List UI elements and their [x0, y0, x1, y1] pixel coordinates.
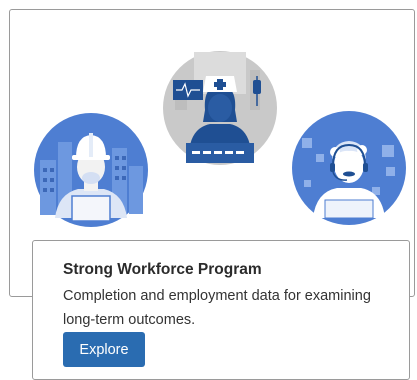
construction-worker-icon: [34, 113, 148, 227]
call-center-agent-icon: [292, 111, 406, 225]
nurse-icon: [163, 51, 277, 165]
program-description: Completion and employment data for exami…: [63, 288, 371, 328]
workforce-illustration: [34, 51, 406, 227]
program-info-card: Strong Workforce Program Completion and …: [32, 240, 410, 380]
program-title: Strong Workforce Program: [63, 261, 262, 278]
explore-button[interactable]: Explore: [63, 332, 145, 367]
